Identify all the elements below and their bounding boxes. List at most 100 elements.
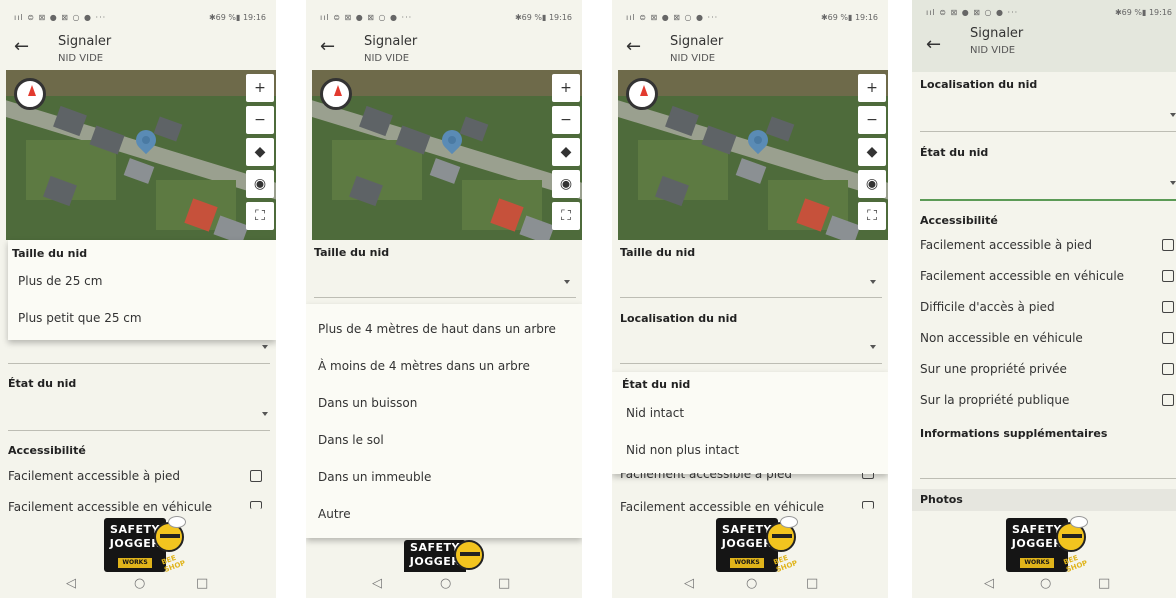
location-option[interactable]: Dans le sol	[318, 433, 384, 447]
compass-icon[interactable]	[320, 78, 352, 110]
arrow-left-icon[interactable]: ←	[926, 34, 941, 55]
location-option[interactable]: Plus de 4 mètres de haut dans un arbre	[318, 322, 556, 336]
screen-size-dropdown: ııl ⊜ ⊠ ● ⊠ ○ ● ··· ✱69 %▮ 19:16 ← Signa…	[0, 0, 276, 598]
nav-back-icon[interactable]: ◁	[66, 576, 76, 591]
additional-info-input[interactable]	[920, 478, 1176, 479]
checkbox[interactable]	[1162, 301, 1174, 313]
section-accessibility: Accessibilité	[8, 444, 86, 457]
chevron-down-icon[interactable]	[1170, 181, 1176, 185]
header-title: Signaler	[364, 34, 418, 49]
nav-recent-icon[interactable]: □	[806, 576, 818, 591]
location-field[interactable]	[620, 363, 882, 364]
checkbox-row[interactable]: Facilement accessible en véhicule	[920, 267, 1176, 287]
nav-back-icon[interactable]: ◁	[372, 576, 382, 591]
arrow-left-icon[interactable]: ←	[14, 36, 29, 57]
nav-home-icon[interactable]: ○	[746, 576, 757, 591]
checkbox[interactable]	[862, 501, 874, 509]
size-field[interactable]	[620, 297, 882, 298]
field-label-location: Localisation du nid	[920, 78, 1038, 91]
system-nav-bar: ◁ ○ □	[0, 572, 276, 598]
satellite-map[interactable]: + − ◆ ◉ ⛶	[618, 70, 888, 240]
chevron-down-icon[interactable]	[564, 280, 570, 284]
checkbox-row[interactable]: Sur une propriété privée	[920, 360, 1176, 380]
size-field[interactable]	[314, 297, 576, 298]
location-option[interactable]: Dans un immeuble	[318, 470, 431, 484]
arrow-left-icon[interactable]: ←	[626, 36, 641, 57]
app-header: ← Signaler NID VIDE	[612, 26, 888, 70]
zoom-out-button[interactable]: −	[552, 106, 580, 134]
chevron-down-icon[interactable]	[870, 345, 876, 349]
zoom-out-button[interactable]: −	[246, 106, 274, 134]
checkbox[interactable]	[1162, 270, 1174, 282]
safety-jogger-logo: SAFETY JOGGER	[404, 540, 500, 574]
checkbox-row[interactable]: Non accessible en véhicule	[920, 329, 1176, 349]
fullscreen-icon[interactable]: ⛶	[858, 202, 886, 230]
nav-back-icon[interactable]: ◁	[684, 576, 694, 591]
layers-icon[interactable]: ◆	[552, 138, 580, 166]
status-battery-time: ✱69 %▮ 19:16	[514, 13, 572, 22]
status-bar: ııl ⊜ ⊠ ● ⊠ ○ ● ··· ✱69 %▮ 19:16	[0, 0, 276, 26]
nav-recent-icon[interactable]: □	[196, 576, 208, 591]
nav-back-icon[interactable]: ◁	[984, 576, 994, 591]
nav-home-icon[interactable]: ○	[1040, 576, 1051, 591]
state-field[interactable]	[8, 430, 270, 431]
checkbox-row[interactable]: Sur la propriété publique	[920, 391, 1176, 411]
size-option[interactable]: Plus de 25 cm	[18, 274, 102, 288]
chevron-down-icon[interactable]	[262, 412, 268, 416]
crosshair-icon[interactable]: ◉	[552, 170, 580, 198]
checkbox[interactable]	[862, 473, 874, 479]
photos-section[interactable]: Photos	[912, 489, 1176, 511]
nav-recent-icon[interactable]: □	[498, 576, 510, 591]
state-dropdown-menu: État du nid Nid intact Nid non plus inta…	[612, 372, 888, 474]
status-icons: ııl ⊜ ⊠ ● ⊠ ○ ● ···	[14, 13, 107, 22]
state-option[interactable]: Nid intact	[626, 406, 684, 420]
checkbox-row[interactable]: Facilement accessible à pied	[620, 473, 882, 485]
nav-recent-icon[interactable]: □	[1098, 576, 1110, 591]
checkbox[interactable]	[1162, 239, 1174, 251]
fullscreen-icon[interactable]: ⛶	[246, 202, 274, 230]
chevron-down-icon[interactable]	[262, 345, 268, 349]
location-option[interactable]: À moins de 4 mètres dans un arbre	[318, 359, 530, 373]
field-label-size: Taille du nid	[620, 246, 696, 259]
location-option[interactable]: Autre	[318, 507, 351, 521]
checkbox-row[interactable]: Facilement accessible en véhicule	[8, 498, 270, 518]
location-field[interactable]	[920, 131, 1176, 132]
fullscreen-icon[interactable]: ⛶	[552, 202, 580, 230]
status-icons: ııl ⊜ ⊠ ● ⊠ ○ ● ···	[926, 8, 1019, 17]
status-battery-time: ✱69 %▮ 19:16	[208, 13, 266, 22]
satellite-map[interactable]: + − ◆ ◉ ⛶	[6, 70, 276, 240]
compass-icon[interactable]	[14, 78, 46, 110]
state-field[interactable]	[920, 199, 1176, 201]
checkbox-row[interactable]: Facilement accessible à pied	[920, 236, 1176, 256]
crosshair-icon[interactable]: ◉	[246, 170, 274, 198]
layers-icon[interactable]: ◆	[858, 138, 886, 166]
checkbox[interactable]	[1162, 394, 1174, 406]
location-option[interactable]: Dans un buisson	[318, 396, 417, 410]
size-dropdown-menu: Taille du nid Plus de 25 cm Plus petit q…	[8, 240, 276, 340]
checkbox-row[interactable]: Facilement accessible à pied	[8, 467, 270, 487]
checkbox-row[interactable]: Difficile d'accès à pied	[920, 298, 1176, 318]
chevron-down-icon[interactable]	[870, 280, 876, 284]
checkbox[interactable]	[1162, 363, 1174, 375]
satellite-map[interactable]: + − ◆ ◉ ⛶	[312, 70, 582, 240]
zoom-in-button[interactable]: +	[246, 74, 274, 102]
zoom-out-button[interactable]: −	[858, 106, 886, 134]
zoom-in-button[interactable]: +	[552, 74, 580, 102]
status-icons: ııl ⊜ ⊠ ● ⊠ ○ ● ···	[320, 13, 413, 22]
compass-icon[interactable]	[626, 78, 658, 110]
zoom-in-button[interactable]: +	[858, 74, 886, 102]
crosshair-icon[interactable]: ◉	[858, 170, 886, 198]
arrow-left-icon[interactable]: ←	[320, 36, 335, 57]
size-option[interactable]: Plus petit que 25 cm	[18, 311, 142, 325]
section-accessibility: Accessibilité	[920, 214, 998, 227]
map-controls: + − ◆ ◉ ⛶	[858, 74, 886, 234]
checkbox-row[interactable]: Facilement accessible en véhicule	[620, 498, 882, 518]
checkbox[interactable]	[250, 501, 262, 509]
state-option[interactable]: Nid non plus intact	[626, 443, 739, 457]
nav-home-icon[interactable]: ○	[440, 576, 451, 591]
checkbox[interactable]	[1162, 332, 1174, 344]
nav-home-icon[interactable]: ○	[134, 576, 145, 591]
layers-icon[interactable]: ◆	[246, 138, 274, 166]
checkbox[interactable]	[250, 470, 262, 482]
chevron-down-icon[interactable]	[1170, 113, 1176, 117]
